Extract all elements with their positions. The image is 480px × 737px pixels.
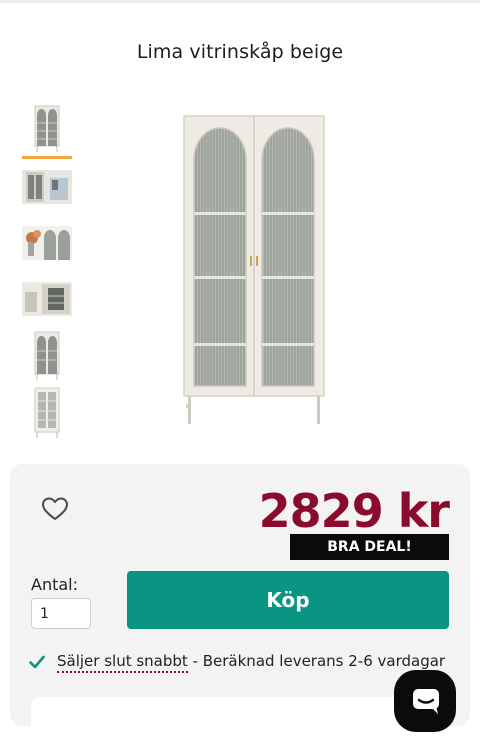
delivery-estimate: - Beräknad leverans 2-6 vardagar — [187, 652, 446, 670]
deal-badge: BRA DEAL! — [290, 534, 449, 560]
thumb-cabinet-open[interactable] — [22, 387, 72, 439]
heart-outline-icon[interactable] — [41, 496, 69, 522]
thumb-cabinet-front[interactable] — [22, 104, 72, 154]
sells-fast-text: Säljer slut snabbt — [57, 652, 188, 673]
chat-button[interactable] — [394, 670, 456, 732]
thumb-cabinet-side[interactable] — [22, 331, 72, 381]
thumb-cabinet-shelves[interactable] — [22, 282, 72, 316]
product-title: Lima vitrinskåp beige — [136, 41, 344, 63]
quantity-label: Antal: — [31, 575, 78, 594]
info-card — [31, 697, 411, 737]
chat-bubble-icon — [413, 689, 439, 714]
product-main-image[interactable] — [170, 108, 338, 430]
checkmark-icon — [29, 654, 45, 669]
quantity-input[interactable] — [31, 598, 91, 629]
top-divider — [0, 0, 480, 3]
product-price: 2829 kr — [258, 484, 450, 538]
buy-button[interactable]: Köp — [127, 571, 449, 629]
stock-status: Säljer slut snabbt - Beräknad leverans 2… — [57, 652, 446, 673]
thumb-cabinet-room[interactable] — [22, 170, 72, 204]
thumb-selected-indicator — [22, 156, 72, 159]
thumb-cabinet-flowers[interactable] — [22, 226, 72, 260]
